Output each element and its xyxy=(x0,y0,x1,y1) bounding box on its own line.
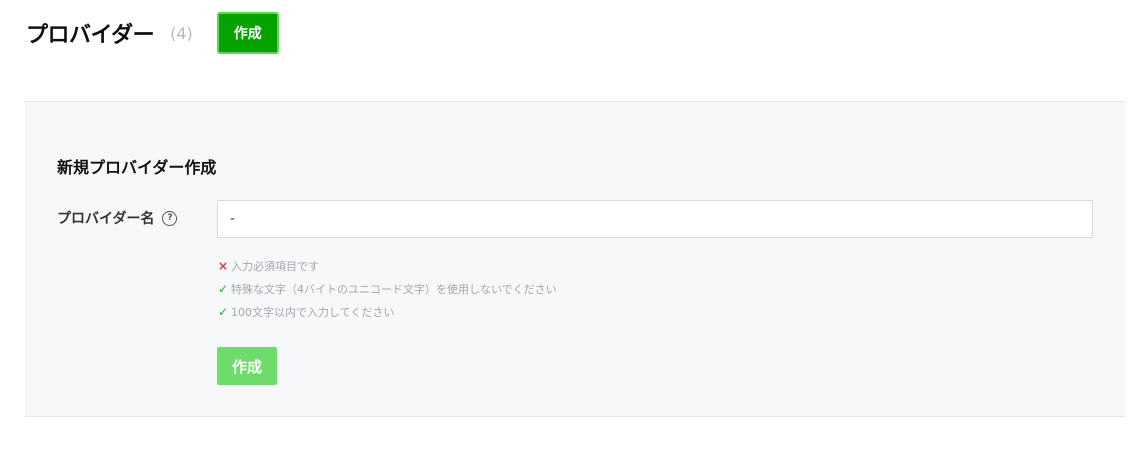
provider-name-label: プロバイダー名 xyxy=(57,211,155,227)
error-x-icon: × xyxy=(217,258,229,273)
create-provider-button[interactable]: 作成 xyxy=(216,12,279,54)
new-provider-panel: 新規プロバイダー作成 プロバイダー名 ? × 入力必須項目です ✓ 特殊な文字（… xyxy=(25,101,1125,417)
help-icon[interactable]: ? xyxy=(162,210,178,226)
check-icon: ✓ xyxy=(217,304,229,319)
form-title: 新規プロバイダー作成 xyxy=(57,158,217,177)
provider-name-input[interactable] xyxy=(217,200,1093,238)
rule-text: 100文字以内で入力してください xyxy=(231,305,395,319)
rule-text: 特殊な文字（4バイトのユニコード文字）を使用しないでください xyxy=(231,282,557,296)
provider-count: (4) xyxy=(170,23,193,43)
page-header: プロバイダー (4) 作成 xyxy=(26,12,279,54)
rule-text: 入力必須項目です xyxy=(231,259,319,273)
validation-rules: × 入力必須項目です ✓ 特殊な文字（4バイトのユニコード文字）を使用しないでく… xyxy=(217,254,557,323)
validation-rule-required: × 入力必須項目です xyxy=(217,254,557,277)
page-title: プロバイダー xyxy=(26,23,155,48)
validation-rule-max-length: ✓ 100文字以内で入力してください xyxy=(217,300,557,323)
check-icon: ✓ xyxy=(217,281,229,296)
submit-create-button[interactable]: 作成 xyxy=(217,347,277,385)
validation-rule-special-chars: ✓ 特殊な文字（4バイトのユニコード文字）を使用しないでください xyxy=(217,277,557,300)
provider-name-label-row: プロバイダー名 ? xyxy=(57,208,178,228)
